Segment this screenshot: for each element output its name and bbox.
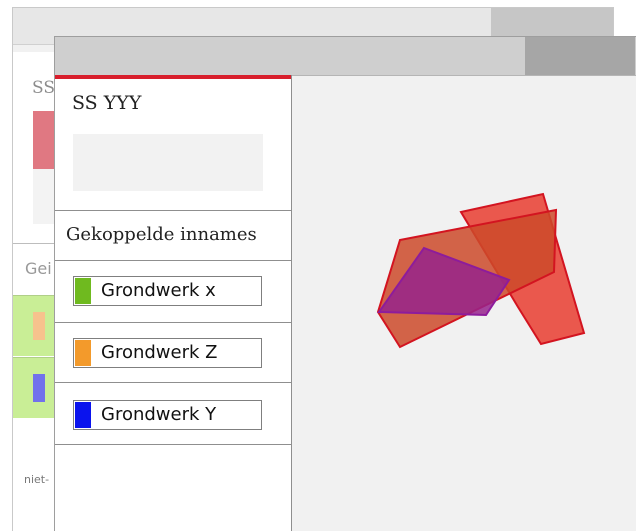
- screen: SS Gei niet- SS YYY Gekoppelde innames G…: [0, 0, 636, 531]
- list-divider: [55, 444, 291, 445]
- foreground-window-titlebar: [55, 37, 636, 76]
- item-label: Grondwerk Z: [101, 342, 218, 363]
- section-title: Gekoppelde innames: [66, 224, 257, 245]
- foreground-window: SS YYY Gekoppelde innames Grondwerk x Gr…: [54, 36, 636, 531]
- color-swatch-green: [75, 278, 91, 304]
- color-swatch-blue: [75, 402, 91, 428]
- background-panel-title: SS: [32, 78, 55, 98]
- background-footer-text: niet-: [24, 473, 50, 486]
- map-canvas[interactable]: [291, 75, 636, 531]
- accent-bar: [55, 75, 291, 79]
- item-label: Grondwerk Y: [101, 404, 217, 425]
- item-button-grondwerk-x[interactable]: Grondwerk x: [73, 276, 262, 306]
- foreground-window-controls[interactable]: [525, 37, 635, 75]
- list-divider: [55, 322, 291, 323]
- background-blue-swatch: [33, 374, 45, 402]
- background-red-block: [33, 111, 55, 169]
- panel-info-box: [73, 134, 263, 191]
- section-divider: [55, 210, 291, 211]
- item-button-grondwerk-z[interactable]: Grondwerk Z: [73, 338, 262, 368]
- color-swatch-orange: [75, 340, 91, 366]
- list-divider: [55, 382, 291, 383]
- section-divider: [55, 260, 291, 261]
- side-panel: SS YYY Gekoppelde innames Grondwerk x Gr…: [55, 75, 292, 531]
- item-button-grondwerk-y[interactable]: Grondwerk Y: [73, 400, 262, 430]
- item-label: Grondwerk x: [101, 280, 216, 301]
- panel-title: SS YYY: [72, 92, 142, 114]
- background-section-title: Gei: [25, 259, 52, 278]
- background-orange-swatch: [33, 312, 45, 340]
